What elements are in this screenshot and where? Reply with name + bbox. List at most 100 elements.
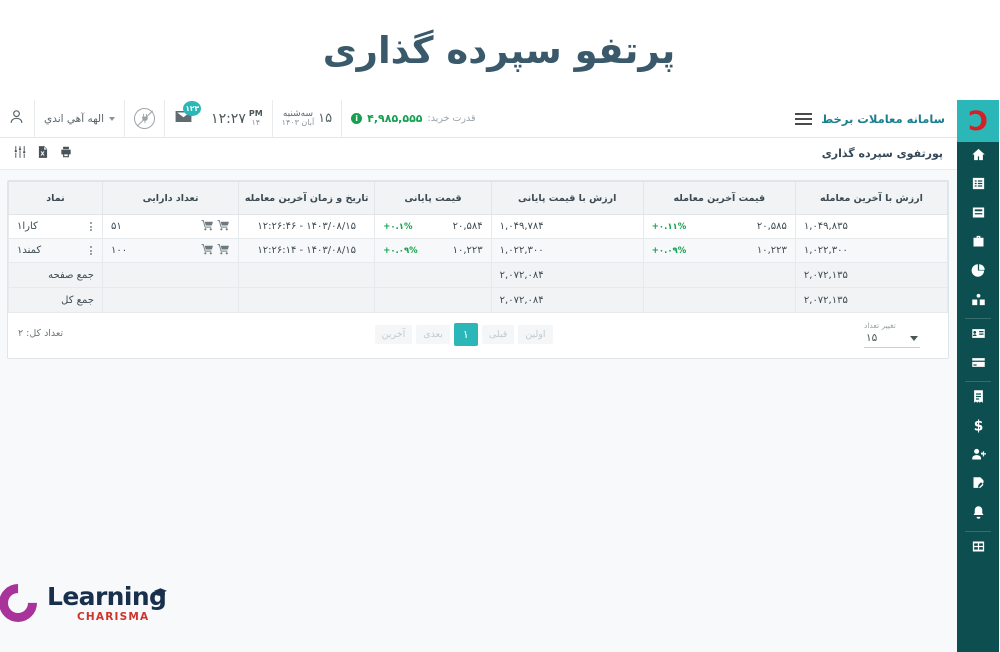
page-title: پورتفوی سپرده گذاری [822, 147, 944, 160]
banner-title: پرتفو سپرده گذاری [323, 28, 677, 72]
topbar-status-group: قدرت خرید: ۴,۹۸۵,۵۵۵ i ۱۵ سه‌شنبه آبان ۱… [0, 99, 486, 138]
pagination-first[interactable]: اولین [519, 325, 554, 344]
col-last-trade-time[interactable]: تاریخ و زمان آخرین معامله [239, 181, 377, 215]
info-icon[interactable]: i [352, 113, 364, 124]
closing-pct: +۰.۱% [384, 221, 414, 232]
clock-time: ۱۲:۲۷ [212, 110, 247, 127]
logo-c-glyph: C [969, 105, 989, 137]
chevron-down-icon [110, 116, 117, 121]
page-total-blank-2 [375, 262, 493, 288]
plug-disconnected-icon [135, 108, 157, 129]
col-value-last-trade[interactable]: ارزش با آخرین معامله [795, 181, 950, 215]
print-icon[interactable] [60, 144, 74, 163]
user-menu[interactable]: الهه آهي اندي [35, 99, 125, 138]
user-avatar-icon [9, 108, 26, 129]
table-row[interactable]: ۱,۰۲۲,۳۰۰ +۰.۰۹% ۱۰,۲۲۳ ۱,۰۲۲,۳۰۰ +۰.۰۹% [9, 238, 950, 263]
id-card-icon [972, 326, 987, 345]
sidebar-item-notifications[interactable] [958, 500, 1000, 529]
avatar[interactable] [0, 100, 35, 138]
page-total-blank-4 [102, 262, 241, 288]
cell-symbol: کارا۱ [9, 214, 104, 239]
main-content: پورتفوی سپرده گذاری ارزش با آخرین معامله… [0, 138, 958, 652]
briefcase-icon [972, 234, 987, 253]
hamburger-icon[interactable] [796, 112, 814, 125]
last-trade-price: ۱۰,۲۲۳ [757, 245, 788, 256]
cell-closing-price: +۰.۱% ۲۰,۵۸۴ [375, 214, 493, 239]
row-menu-icon[interactable] [89, 244, 95, 257]
pagination-prev[interactable]: قبلی [482, 325, 516, 344]
page-total-row: ۲,۰۷۲,۱۳۵ ۲,۰۷۲,۰۸۴ جمع صفحه [9, 262, 950, 288]
row-menu-icon[interactable] [89, 220, 95, 233]
pagination-next[interactable]: بعدی [417, 325, 451, 344]
last-trade-pct: +۰.۱۱% [652, 221, 688, 232]
user-name: الهه آهي اندي [45, 112, 106, 125]
connection-status-button[interactable] [125, 99, 165, 138]
sidebar-item-profile[interactable] [958, 321, 1000, 350]
messages-button[interactable]: ۱۲۳ [165, 99, 203, 138]
brand-line-2: CHARISMA [78, 610, 151, 623]
grand-total-blank-1 [643, 287, 797, 313]
col-symbol[interactable]: نماد [9, 181, 104, 215]
sidebar-item-edit-doc[interactable] [958, 471, 1000, 500]
total-count-label: تعداد کل: ۲ [19, 328, 65, 339]
receipt-icon [972, 389, 987, 408]
sidebar-item-payments[interactable]: $ [958, 413, 1000, 442]
cell-value-closing: ۱,۰۲۲,۳۰۰ [491, 238, 645, 263]
symbol-name[interactable]: کارا۱ [18, 221, 39, 232]
page-total-blank-1 [643, 262, 797, 288]
col-closing-price[interactable]: قیمت پایانی [375, 181, 493, 215]
cell-value-last-trade: ۱,۰۴۹,۸۳۵ [795, 214, 950, 239]
sell-cart-icon[interactable] [218, 219, 231, 235]
col-last-trade-price[interactable]: قیمت آخرین معامله [643, 181, 797, 215]
sidebar-item-add-user[interactable] [958, 442, 1000, 471]
cell-value-closing: ۱,۰۴۹,۷۸۴ [491, 214, 645, 239]
sidebar-item-home[interactable] [958, 142, 1000, 171]
sidebar-item-receipt[interactable] [958, 384, 1000, 413]
charisma-logo-icon[interactable]: C [958, 100, 1000, 142]
sidebar-item-briefcase[interactable] [958, 229, 1000, 258]
clock-seconds: ۱۴ [252, 117, 262, 127]
list-icon [972, 176, 987, 195]
sidebar-item-grid[interactable] [958, 534, 1000, 563]
page-size-selector[interactable]: تغییر تعداد ۱۵ [865, 321, 939, 348]
last-trade-pct: +۰.۰۹% [652, 245, 688, 256]
sidebar-item-bank[interactable] [958, 350, 1000, 379]
topbar-brand-group: سامانه معاملات برخط [796, 112, 958, 126]
dollar-icon: $ [972, 418, 987, 437]
sidebar-item-list[interactable] [958, 171, 1000, 200]
last-trade-price: ۲۰,۵۸۵ [757, 221, 788, 232]
brand-line-1: Learning [48, 584, 169, 609]
excel-export-icon[interactable] [37, 144, 51, 163]
buy-cart-icon[interactable] [202, 243, 215, 259]
page-size-value: ۱۵ [867, 332, 879, 344]
grand-total-label: جمع کل [9, 287, 104, 313]
table-header-row: ارزش با آخرین معامله قیمت آخرین معامله ا… [9, 181, 950, 215]
cell-last-trade-price: +۰.۱۱% ۲۰,۵۸۵ [643, 214, 797, 239]
sell-cart-icon[interactable] [218, 243, 231, 259]
pagination-last[interactable]: آخرین [375, 325, 414, 344]
grid-icon [972, 539, 987, 558]
table-row[interactable]: ۱,۰۴۹,۸۳۵ +۰.۱۱% ۲۰,۵۸۵ ۱,۰۴۹,۷۸۴ +۰.۱% [9, 214, 950, 239]
buying-power-value: ۴,۹۸۵,۵۵۵ [368, 112, 424, 125]
settings-sliders-icon[interactable] [14, 144, 28, 163]
symbol-name[interactable]: کمند۱ [18, 245, 42, 256]
col-value-closing[interactable]: ارزش با قیمت پایانی [491, 181, 645, 215]
svg-text:$: $ [974, 419, 984, 434]
grand-total-row: ۲,۰۷۲,۱۳۵ ۲,۰۷۲,۰۸۴ جمع کل [9, 287, 950, 313]
grand-total-last-trade: ۲,۰۷۲,۱۳۵ [795, 287, 950, 313]
col-quantity[interactable]: تعداد دارایی [102, 181, 241, 215]
add-user-icon [972, 447, 987, 466]
panel-header: پورتفوی سپرده گذاری [0, 138, 958, 170]
messages-badge: ۱۲۳ [184, 101, 203, 116]
cell-last-trade-time: ۱۴۰۳/۰۸/۱۵ - ۱۲:۲۶:۱۴ [239, 238, 377, 263]
sidebar-item-reports[interactable] [958, 258, 1000, 287]
sidebar-item-portfolio[interactable] [958, 287, 1000, 316]
pagination-page-1[interactable]: ۱ [454, 323, 479, 346]
grand-total-blank-3 [239, 287, 377, 313]
buy-cart-icon[interactable] [202, 219, 215, 235]
cell-closing-price: +۰.۰۹% ۱۰,۲۲۳ [375, 238, 493, 263]
current-date: ۱۵ سه‌شنبه آبان ۱۴۰۳ [272, 99, 342, 138]
closing-price: ۱۰,۲۲۳ [453, 245, 484, 256]
portfolio-card: ارزش با آخرین معامله قیمت آخرین معامله ا… [8, 180, 950, 359]
sidebar-item-card[interactable] [958, 200, 1000, 229]
